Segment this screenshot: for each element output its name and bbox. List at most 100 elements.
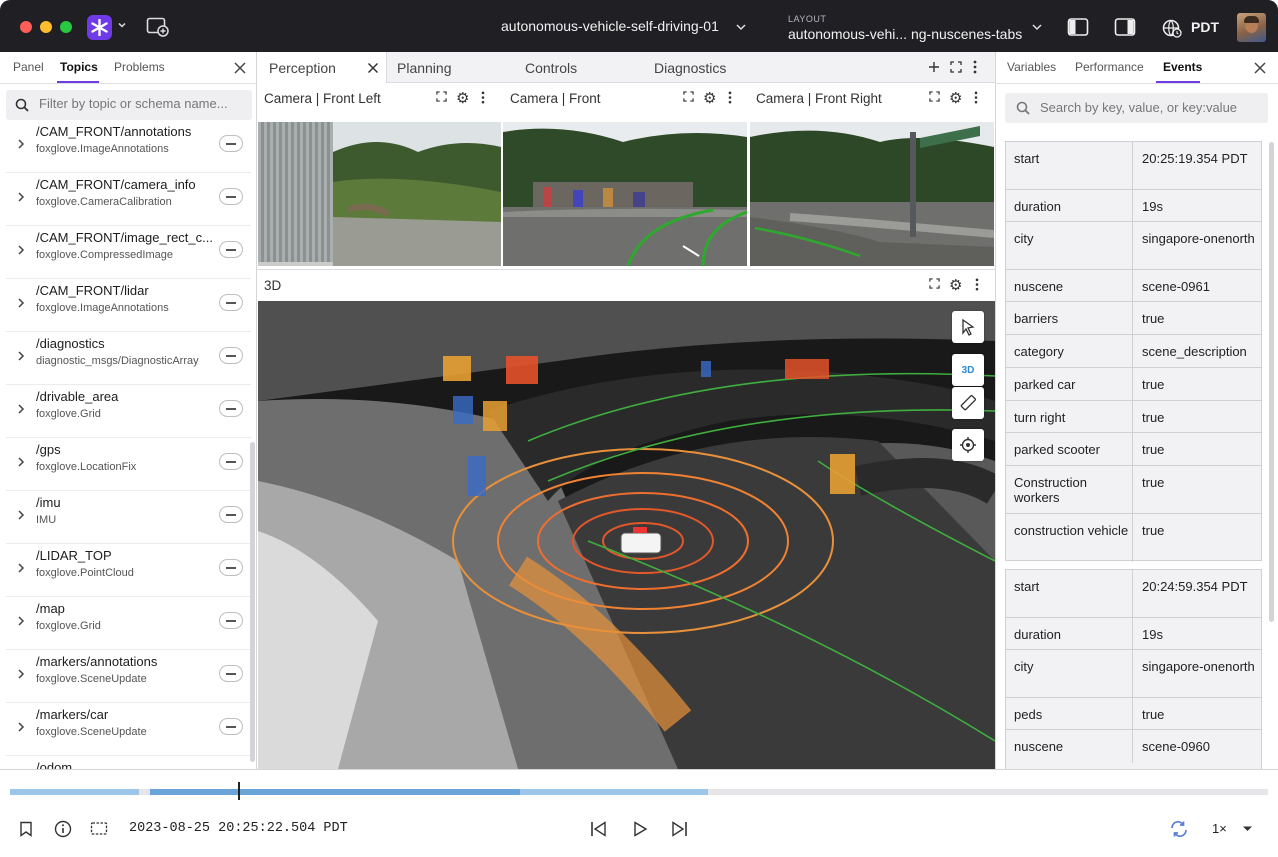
topic-row[interactable]: /CAM_FRONT/image_rect_c... foxglove.Comp… (6, 226, 251, 279)
select-tool-button[interactable] (952, 311, 984, 343)
topic-visibility-toggle[interactable] (219, 347, 243, 364)
add-tab-icon[interactable] (928, 61, 940, 73)
tab-panel[interactable]: Panel (13, 60, 44, 74)
events-scrollbar[interactable] (1269, 142, 1274, 622)
info-icon[interactable] (54, 820, 72, 838)
topic-row[interactable]: /LIDAR_TOP foxglove.PointCloud (6, 544, 251, 597)
settings-gear-icon[interactable]: ⚙ (456, 89, 469, 107)
topic-list-scrollbar[interactable] (250, 442, 255, 762)
topic-visibility-toggle[interactable] (219, 506, 243, 523)
playhead[interactable] (238, 782, 240, 800)
topic-row[interactable]: /map foxglove.Grid (6, 597, 251, 650)
chevron-right-icon[interactable] (16, 456, 26, 468)
chevron-right-icon[interactable] (16, 668, 26, 680)
topic-row[interactable]: /odom (6, 756, 251, 769)
toggle-right-sidebar-icon[interactable] (1114, 17, 1136, 37)
topic-visibility-toggle[interactable] (219, 559, 243, 576)
close-icon[interactable] (1253, 61, 1267, 75)
tab-events[interactable]: Events (1163, 60, 1202, 74)
chevron-down-icon[interactable] (735, 22, 747, 32)
chevron-right-icon[interactable] (16, 721, 26, 733)
topic-row[interactable]: /markers/car foxglove.SceneUpdate (6, 703, 251, 756)
topic-row[interactable]: /imu IMU (6, 491, 251, 544)
close-window-button[interactable] (20, 21, 32, 33)
minimize-window-button[interactable] (40, 21, 52, 33)
chevron-right-icon[interactable] (16, 191, 26, 203)
settings-gear-icon[interactable]: ⚙ (949, 89, 962, 107)
topic-visibility-toggle[interactable] (219, 294, 243, 311)
chevron-right-icon[interactable] (16, 615, 26, 627)
new-window-icon[interactable] (146, 16, 170, 38)
tab-performance[interactable]: Performance (1075, 60, 1144, 74)
fullscreen-icon[interactable] (929, 278, 940, 289)
camera-front-right-image[interactable] (750, 122, 994, 266)
topic-row[interactable]: /CAM_FRONT/camera_info foxglove.CameraCa… (6, 173, 251, 226)
skip-forward-icon[interactable] (670, 821, 688, 837)
topic-row[interactable]: /CAM_FRONT/lidar foxglove.ImageAnnotatio… (6, 279, 251, 332)
chevron-right-icon[interactable] (16, 350, 26, 362)
current-timestamp[interactable]: 2023-08-25 20:25:22.504 PDT (129, 821, 348, 836)
tab-planning[interactable]: Planning (397, 60, 452, 76)
loop-icon[interactable] (1169, 820, 1189, 838)
settings-gear-icon[interactable]: ⚙ (703, 89, 716, 107)
topic-visibility-toggle[interactable] (219, 612, 243, 629)
more-vertical-icon[interactable] (975, 278, 979, 291)
timezone-globe-icon[interactable] (1162, 18, 1182, 38)
chevron-right-icon[interactable] (16, 403, 26, 415)
topic-visibility-toggle[interactable] (219, 718, 243, 735)
camera-front-image[interactable] (503, 122, 747, 266)
chevron-right-icon[interactable] (16, 297, 26, 309)
more-vertical-icon[interactable] (974, 91, 978, 104)
topic-visibility-toggle[interactable] (219, 241, 243, 258)
maximize-window-button[interactable] (60, 21, 72, 33)
topic-search-input[interactable] (39, 96, 244, 111)
chevron-right-icon[interactable] (16, 138, 26, 150)
topic-row[interactable]: /markers/annotations foxglove.SceneUpdat… (6, 650, 251, 703)
skip-back-icon[interactable] (590, 821, 608, 837)
topic-row[interactable]: /diagnostics diagnostic_msgs/DiagnosticA… (6, 332, 251, 385)
close-icon[interactable] (367, 62, 379, 74)
topic-row[interactable]: /gps foxglove.LocationFix (6, 438, 251, 491)
event-card[interactable]: start 20:24:59.354 PDT duration 19s city… (1005, 569, 1262, 769)
tab-problems[interactable]: Problems (114, 60, 165, 74)
fullscreen-icon[interactable] (436, 91, 447, 102)
chevron-down-icon[interactable] (117, 20, 127, 30)
event-card[interactable]: start 20:25:19.354 PDT duration 19s city… (1005, 141, 1262, 562)
settings-gear-icon[interactable]: ⚙ (949, 276, 962, 294)
chevron-right-icon[interactable] (16, 244, 26, 256)
topic-visibility-toggle[interactable] (219, 665, 243, 682)
fullscreen-icon[interactable] (950, 61, 962, 73)
topic-row[interactable]: /drivable_area foxglove.Grid (6, 385, 251, 438)
tab-controls[interactable]: Controls (525, 60, 577, 76)
topic-visibility-toggle[interactable] (219, 135, 243, 152)
tab-perception[interactable]: Perception (257, 52, 387, 83)
toggle-left-sidebar-icon[interactable] (1067, 17, 1089, 37)
tab-diagnostics[interactable]: Diagnostics (654, 60, 726, 76)
data-source-name[interactable]: autonomous-vehicle-self-driving-01 (501, 18, 719, 34)
playback-speed[interactable]: 1× (1212, 821, 1227, 836)
measure-tool-button[interactable] (952, 387, 984, 419)
topic-visibility-toggle[interactable] (219, 188, 243, 205)
camera-front-left-image[interactable] (258, 122, 501, 266)
more-vertical-icon[interactable] (973, 60, 977, 74)
chevron-down-icon[interactable] (1242, 825, 1253, 833)
chevron-down-icon[interactable] (1031, 22, 1043, 32)
layout-name[interactable]: autonomous-vehi... ng-nuscenes-tabs (788, 26, 1022, 42)
selection-range-icon[interactable] (90, 821, 108, 837)
tab-topics[interactable]: Topics (60, 60, 98, 74)
bookmark-icon[interactable] (19, 821, 33, 837)
more-vertical-icon[interactable] (481, 91, 485, 104)
playback-timeline[interactable] (10, 789, 1268, 795)
timezone-label[interactable]: PDT (1191, 19, 1219, 35)
fullscreen-icon[interactable] (683, 91, 694, 102)
play-icon[interactable] (632, 821, 648, 837)
event-search-input[interactable] (1040, 100, 1260, 115)
3d-viewport[interactable]: 3D (258, 301, 995, 769)
topic-visibility-toggle[interactable] (219, 453, 243, 470)
close-icon[interactable] (233, 61, 247, 75)
app-logo-icon[interactable] (87, 15, 112, 40)
chevron-right-icon[interactable] (16, 509, 26, 521)
camera-mode-3d-button[interactable]: 3D (952, 354, 984, 386)
user-avatar[interactable] (1237, 13, 1266, 42)
tab-variables[interactable]: Variables (1007, 60, 1056, 74)
